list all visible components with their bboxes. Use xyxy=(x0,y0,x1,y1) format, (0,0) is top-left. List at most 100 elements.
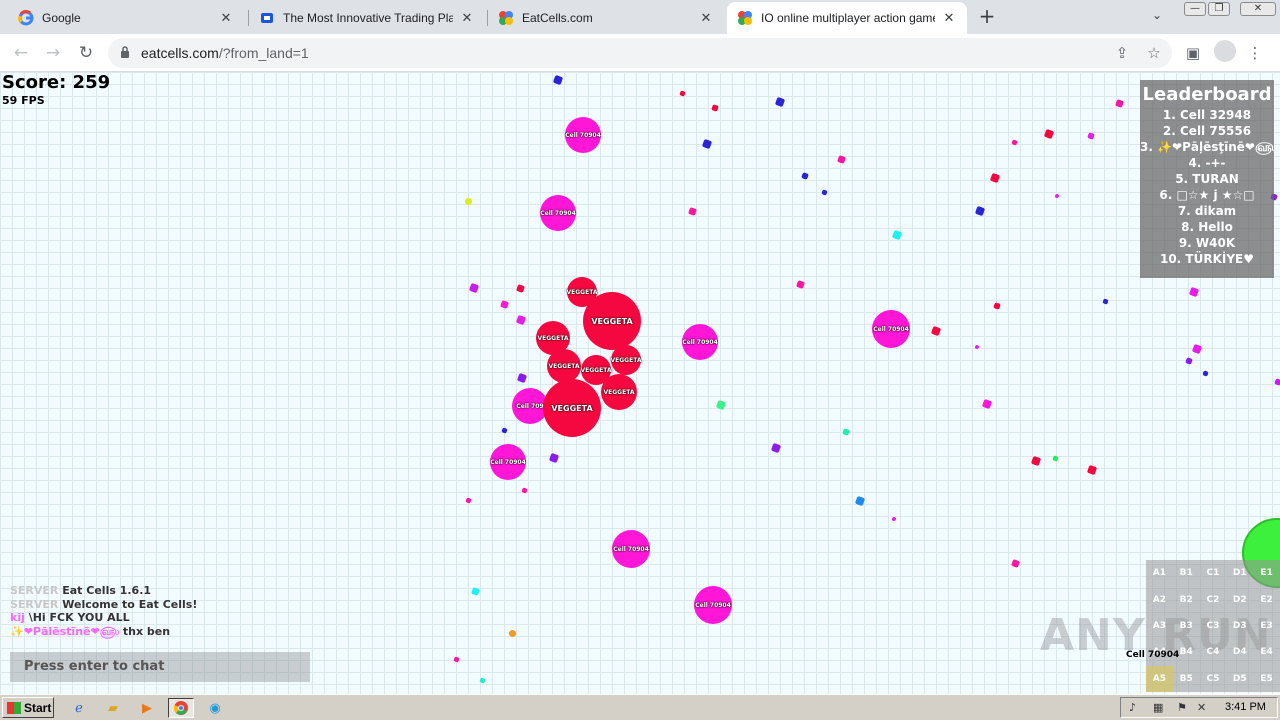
close-icon[interactable]: ✕ xyxy=(698,11,714,26)
leaderboard: Leaderboard 1. Cell 32948 2. Cell 75556 … xyxy=(1140,80,1274,278)
game-canvas[interactable]: Cell 70904 Cell 70904 Cell 70904 Cell 70… xyxy=(0,72,1280,694)
food-pellet xyxy=(465,497,472,504)
food-pellet xyxy=(837,155,846,164)
leaderboard-entry: 9. W40K xyxy=(1178,236,1236,250)
minimap-cell: E3 xyxy=(1260,620,1273,631)
minimap-cell: B1 xyxy=(1179,568,1193,579)
chat-sender: SERVER xyxy=(10,597,59,611)
food-pellet xyxy=(701,138,713,150)
chat-line: kij \Hi FCK YOU ALL xyxy=(10,611,330,625)
food-pellet xyxy=(974,344,980,350)
close-window-button[interactable]: ✕ xyxy=(1240,2,1276,16)
enemy-cell: Cell 70904 xyxy=(682,324,718,360)
tab-title: EatCells.com xyxy=(522,11,593,25)
minimap-cell: B3 xyxy=(1179,620,1193,631)
share-icon[interactable]: ⇪ xyxy=(1112,43,1132,63)
new-tab-button[interactable]: + xyxy=(976,6,998,28)
tab-trading[interactable]: The Most Innovative Trading Platform ✕ xyxy=(249,2,485,34)
chat-sender: SERVER xyxy=(10,584,59,597)
edge-icon[interactable]: ◉ xyxy=(204,698,226,718)
minimap-cell: C1 xyxy=(1206,568,1220,579)
volume-icon[interactable]: ♪ xyxy=(1129,701,1136,714)
food-pellet xyxy=(1054,193,1060,199)
leaderboard-entry: 4. -+- xyxy=(1188,156,1226,170)
minimap-cell: E1 xyxy=(1260,568,1273,579)
start-label: Start xyxy=(24,700,52,715)
food-pellet xyxy=(548,452,560,464)
minimap-cell: C2 xyxy=(1206,594,1220,605)
minimap-cell: C3 xyxy=(1206,620,1220,631)
leaderboard-entry: 3. ✨❤Pāļēsţīnē❤௵ xyxy=(1140,140,1274,154)
leaderboard-entry: 6. □☆★ j ★☆□ xyxy=(1159,188,1255,202)
chat-input[interactable]: Press enter to chat xyxy=(10,652,310,682)
food-pellet xyxy=(1188,286,1200,298)
chat-message: thx ben xyxy=(122,624,171,638)
food-pellet xyxy=(453,656,460,663)
vegeta-cell: VEGGETA xyxy=(601,374,637,410)
vegeta-cell: VEGGETA xyxy=(611,345,641,375)
bookmark-star-icon[interactable]: ☆ xyxy=(1144,43,1164,63)
enemy-cell: Cell 70904 xyxy=(872,310,910,348)
reload-icon[interactable]: ↻ xyxy=(75,42,97,64)
food-pellet xyxy=(508,629,517,638)
chat-sender: ✨❤Pālēstīnē❤௵ xyxy=(10,624,120,638)
flag-icon[interactable]: ⚑ xyxy=(1177,701,1187,714)
food-pellet xyxy=(1052,455,1059,462)
minimize-button[interactable]: — xyxy=(1184,2,1206,16)
clock: 3:41 PM xyxy=(1225,701,1266,713)
food-pellet xyxy=(1087,132,1095,140)
food-pellet xyxy=(993,302,1001,310)
chat-message: Welcome to Eat Cells! xyxy=(62,597,198,611)
food-pellet xyxy=(1011,559,1020,568)
profile-avatar-icon[interactable] xyxy=(1214,40,1236,62)
close-icon[interactable]: ✕ xyxy=(218,11,234,26)
food-pellet xyxy=(479,677,486,684)
minimap-cell: A3 xyxy=(1152,620,1167,631)
leaderboard-entry: 8. Hello xyxy=(1181,220,1233,234)
food-pellet xyxy=(516,284,525,293)
food-pellet xyxy=(715,399,727,411)
minimap-cell: C5 xyxy=(1206,673,1220,684)
leaderboard-title: Leaderboard xyxy=(1142,84,1272,105)
food-pellet xyxy=(989,172,1001,184)
food-pellet xyxy=(1043,128,1055,140)
side-panel-icon[interactable]: ▣ xyxy=(1182,42,1204,64)
tab-search-chevron-icon[interactable]: ⌄ xyxy=(1152,8,1162,22)
browser-toolbar: ← → ↻ eatcells.com/?from_land=1 ⇪ ☆ ▣ ⋮ xyxy=(0,34,1280,72)
tab-eatcells[interactable]: EatCells.com ✕ xyxy=(488,2,724,34)
tab-title: IO online multiplayer action game. Sa xyxy=(761,11,935,25)
media-player-icon[interactable]: ▶ xyxy=(136,698,158,718)
google-icon xyxy=(18,10,34,26)
address-bar[interactable]: eatcells.com/?from_land=1 ⇪ ☆ xyxy=(108,38,1172,68)
close-icon[interactable]: ✕ xyxy=(941,11,957,26)
security-icon[interactable]: ✕ xyxy=(1197,701,1206,714)
windows-logo-icon xyxy=(7,701,21,714)
lock-icon xyxy=(121,46,129,58)
kebab-menu-icon[interactable]: ⋮ xyxy=(1244,42,1266,64)
food-pellet xyxy=(711,104,719,112)
chat-log: SERVER Eat Cells 1.6.1 SERVER Welcome to… xyxy=(10,584,330,638)
food-pellet xyxy=(679,90,686,97)
internet-explorer-icon[interactable]: ℯ xyxy=(68,698,90,718)
back-arrow-icon[interactable]: ← xyxy=(10,42,32,64)
restore-button[interactable]: ❐ xyxy=(1208,2,1230,16)
chrome-icon[interactable] xyxy=(168,698,194,718)
minimap-cell: D3 xyxy=(1232,620,1247,631)
folder-icon[interactable]: ▰ xyxy=(102,698,124,718)
food-pellet xyxy=(516,372,528,384)
food-pellet xyxy=(974,205,986,217)
forward-arrow-icon[interactable]: → xyxy=(42,42,64,64)
leaderboard-entry: 7. dikam xyxy=(1177,204,1237,218)
tab-google[interactable]: Google ✕ xyxy=(8,2,244,34)
network-icon[interactable]: ▦ xyxy=(1153,701,1163,714)
food-pellet xyxy=(471,587,480,596)
vegeta-cell: VEGGETA xyxy=(583,292,641,350)
url-path: /?from_land=1 xyxy=(218,45,309,61)
close-icon[interactable]: ✕ xyxy=(459,11,475,26)
tab-io-game-active[interactable]: IO online multiplayer action game. Sa ✕ xyxy=(727,2,967,34)
start-button[interactable]: Start xyxy=(2,697,54,718)
url-text: eatcells.com/?from_land=1 xyxy=(141,45,309,61)
vegeta-cell: VEGGETA xyxy=(543,379,601,437)
minimap-cell: D4 xyxy=(1232,647,1247,658)
food-pellet xyxy=(801,172,809,180)
